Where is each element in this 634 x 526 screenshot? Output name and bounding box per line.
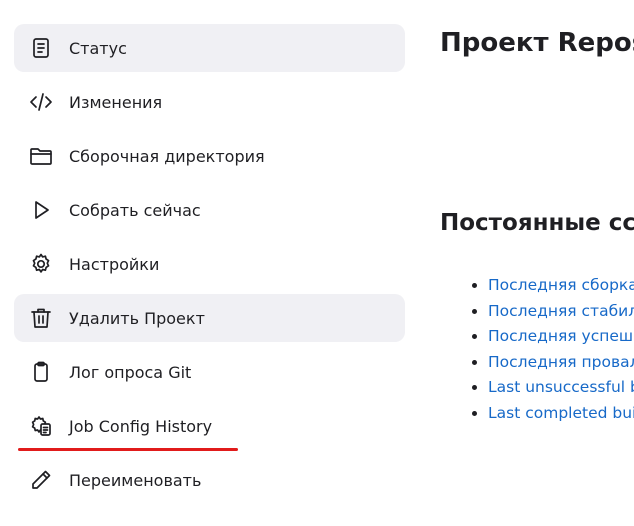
- permalink-last-failed-build[interactable]: Последняя провал: [488, 353, 634, 371]
- sidebar-item-label: Собрать сейчас: [69, 200, 201, 220]
- highlight-underline: [18, 448, 238, 451]
- sidebar-item-label: Статус: [69, 38, 127, 58]
- gear-icon: [28, 251, 54, 277]
- sidebar-item-build-now[interactable]: Собрать сейчас: [14, 186, 405, 234]
- sidebar-item-label: Сборочная директория: [69, 146, 265, 166]
- sidebar-item-status[interactable]: Статус: [14, 24, 405, 72]
- permalink-last-build[interactable]: Последняя сборка: [488, 276, 634, 294]
- sidebar-item-git-polling-log[interactable]: Лог опроса Git: [14, 348, 405, 396]
- list-item: Last unsuccessful b: [488, 375, 634, 401]
- list-item: Последняя успешн: [488, 324, 634, 350]
- permalink-last-completed-build[interactable]: Last completed bui: [488, 404, 634, 422]
- list-item: Last completed bui: [488, 401, 634, 427]
- pencil-icon: [28, 467, 54, 493]
- sidebar-item-delete-project[interactable]: Удалить Проект: [14, 294, 405, 342]
- sidebar-item-label: Удалить Проект: [69, 308, 205, 328]
- permalinks-title: Постоянные сс: [440, 210, 634, 236]
- sidebar-item-job-config-history[interactable]: Job Config History: [14, 402, 405, 450]
- sidebar-item-label: Job Config History: [69, 416, 213, 436]
- permalink-last-successful-build[interactable]: Последняя успешн: [488, 327, 634, 345]
- clipboard-icon: [28, 359, 54, 385]
- code-icon: [28, 89, 54, 115]
- page-title: Проект Repos: [440, 28, 634, 58]
- sidebar-item-rename[interactable]: Переименовать: [14, 456, 405, 504]
- list-item: Последняя стабил: [488, 299, 634, 325]
- folder-icon: [28, 143, 54, 169]
- sidebar-item-label: Изменения: [69, 92, 163, 112]
- sidebar: Статус Изменения Сборочная директория Со…: [14, 24, 405, 510]
- play-icon: [28, 197, 54, 223]
- gear-document-icon: [28, 413, 54, 439]
- sidebar-item-label: Лог опроса Git: [69, 362, 192, 382]
- document-icon: [28, 35, 54, 61]
- sidebar-item-workspace[interactable]: Сборочная директория: [14, 132, 405, 180]
- list-item: Последняя сборка: [488, 273, 634, 299]
- permalinks-list: Последняя сборка Последняя стабил Послед…: [440, 273, 634, 427]
- sidebar-item-label: Переименовать: [69, 470, 202, 490]
- sidebar-item-changes[interactable]: Изменения: [14, 78, 405, 126]
- list-item: Последняя провал: [488, 350, 634, 376]
- permalink-last-stable-build[interactable]: Последняя стабил: [488, 302, 634, 320]
- main-content: Проект Repos Постоянные сс Последняя сбо…: [440, 0, 634, 526]
- permalink-last-unsuccessful-build[interactable]: Last unsuccessful b: [488, 378, 634, 396]
- trash-icon: [28, 305, 54, 331]
- sidebar-item-label: Настройки: [69, 254, 160, 274]
- sidebar-item-configure[interactable]: Настройки: [14, 240, 405, 288]
